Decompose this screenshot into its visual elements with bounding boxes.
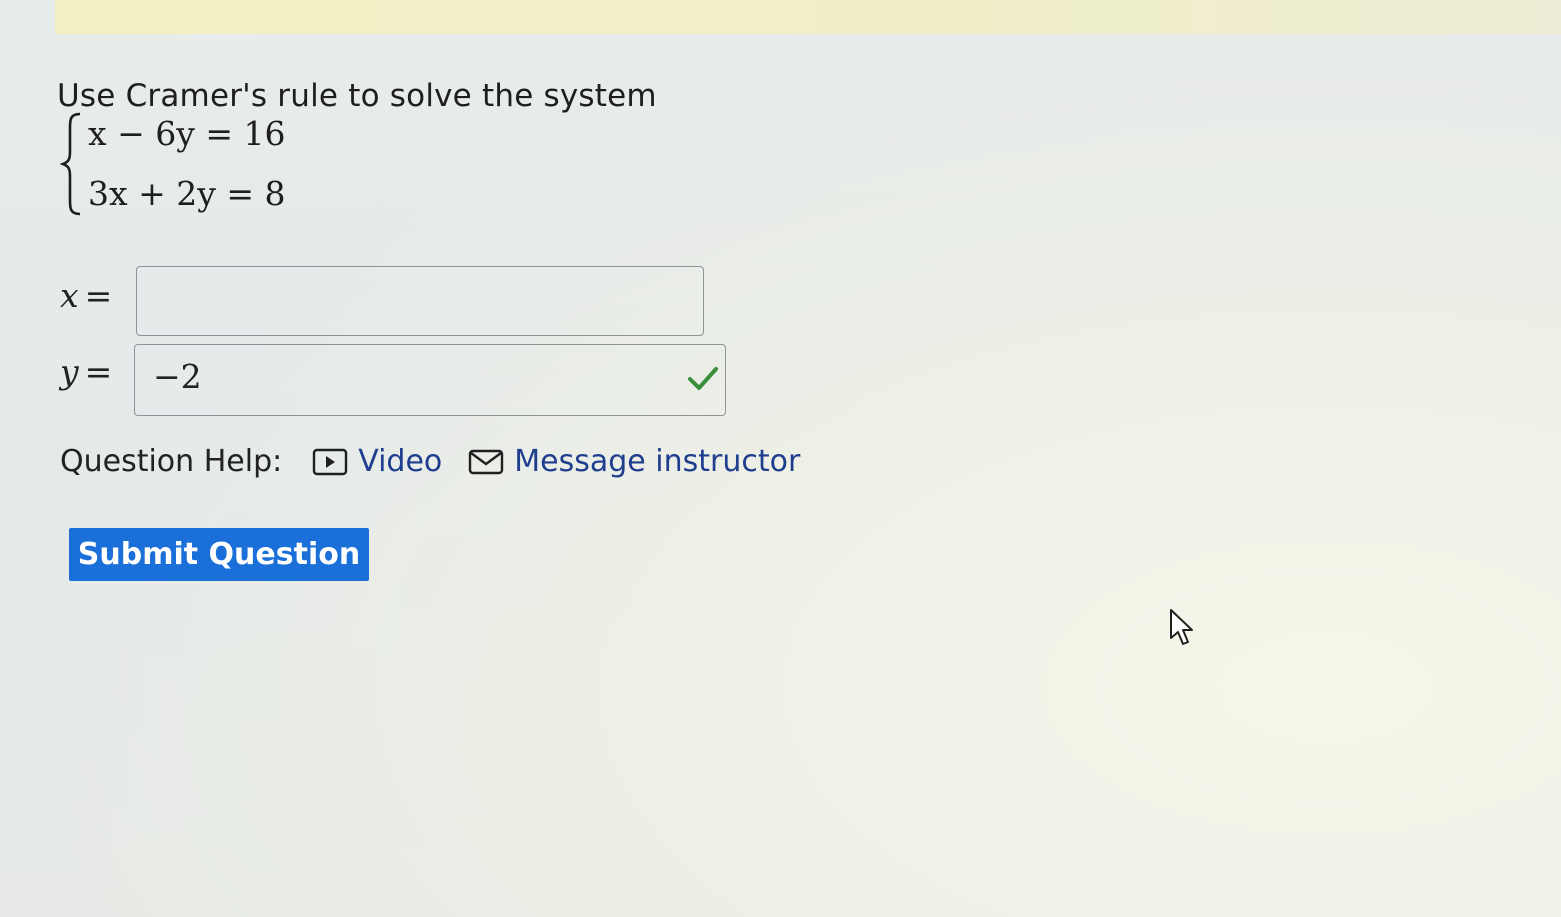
variable-name: x xyxy=(60,276,79,315)
equals-sign: = xyxy=(84,352,113,391)
checkmark-icon xyxy=(688,367,718,390)
play-box-icon xyxy=(313,448,348,475)
video-link[interactable]: Video xyxy=(312,444,442,479)
video-link-label: Video xyxy=(358,444,443,479)
top-banner xyxy=(55,0,1561,34)
question-help: Question Help: Video Message instructor xyxy=(60,444,826,479)
equation-2: 3x + 2y = 8 xyxy=(88,174,286,213)
answer-input-y[interactable]: −2 xyxy=(134,344,726,416)
left-brace-icon xyxy=(60,112,81,216)
message-instructor-link[interactable]: Message instructor xyxy=(468,444,800,479)
question-prompt: Use Cramer's rule to solve the system xyxy=(57,78,657,114)
equation-1: x − 6y = 16 xyxy=(88,114,286,153)
envelope-icon xyxy=(469,449,504,474)
message-instructor-label: Message instructor xyxy=(514,444,801,479)
mouse-pointer-icon xyxy=(1170,609,1193,645)
equation-system: x − 6y = 16 3x + 2y = 8 xyxy=(60,112,320,222)
question-help-label: Question Help: xyxy=(60,444,283,479)
answer-value-y: −2 xyxy=(153,357,202,396)
variable-name: y xyxy=(60,352,79,391)
answer-input-x[interactable] xyxy=(136,266,704,336)
submit-question-button[interactable]: Submit Question xyxy=(69,528,369,581)
variable-label-x: x = xyxy=(60,276,112,315)
equals-sign: = xyxy=(84,276,113,315)
variable-label-y: y = xyxy=(60,352,112,391)
